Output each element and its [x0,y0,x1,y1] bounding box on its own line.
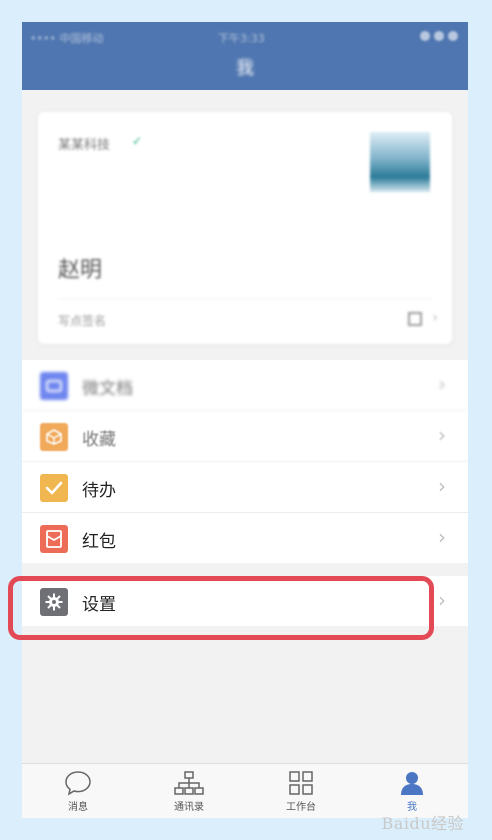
tab-label: 通讯录 [174,802,204,813]
status-bar: •••• 中国移动 下午3:33 [22,28,468,46]
chevron-right-icon: › [438,474,446,498]
chevron-right-icon: › [438,372,446,396]
chevron-right-icon: › [438,525,446,549]
menu-item-red-packet[interactable]: 红包 › [22,513,468,563]
tab-workbench[interactable]: 工作台 [261,770,341,813]
top-bar: •••• 中国移动 下午3:33 我 [22,22,468,90]
grid-icon [289,771,313,795]
tab-messages[interactable]: 消息 [38,770,118,813]
app-screen: •••• 中国移动 下午3:33 我 某某科技 ✓ 赵明 写点签名 › 微文档 … [22,22,468,818]
verified-icon: ✓ [132,134,143,148]
chevron-right-icon: › [438,423,446,447]
tab-me[interactable]: 我 [372,770,452,813]
highlight-box [8,576,434,640]
avatar[interactable] [370,132,430,192]
favorites-icon [40,423,68,451]
menu-item-favorites[interactable]: 收藏 › [22,411,468,462]
status-time: 下午3:33 [218,32,265,45]
qr-code-icon[interactable] [408,312,422,326]
org-name: 某某科技 [58,138,111,153]
battery-icon [448,31,458,41]
cloud-drive-icon [40,372,68,400]
chevron-right-icon: › [432,310,438,326]
menu-item-todo[interactable]: 待办 › [22,462,468,513]
org-chart-icon [174,771,204,795]
menu-item-docs[interactable]: 微文档 › [22,360,468,411]
status-icons [420,31,458,41]
chevron-right-icon: › [438,588,446,612]
red-packet-icon [40,525,68,553]
tab-label: 消息 [68,802,88,813]
tab-label: 工作台 [286,802,316,813]
user-name: 赵明 [58,258,103,283]
person-icon [401,772,423,795]
menu-item-label: 收藏 [82,430,116,450]
page-title: 我 [236,58,254,79]
tab-contacts[interactable]: 通讯录 [149,770,229,813]
watermark: Baidu经验 [381,814,464,833]
alarm-icon [420,31,430,41]
location-icon [434,31,444,41]
divider [58,298,432,299]
profile-card[interactable]: 某某科技 ✓ 赵明 写点签名 › [38,112,452,344]
carrier-text: •••• 中国移动 [30,32,104,45]
menu-item-label: 红包 [82,532,116,552]
chat-bubble-icon [65,771,91,796]
todo-icon [40,474,68,502]
menu-item-label: 待办 [82,481,116,501]
signature-text[interactable]: 写点签名 [58,312,106,329]
menu-item-label: 微文档 [82,379,133,399]
menu-list: 微文档 › 收藏 › 待办 › 红包 › [22,360,468,563]
